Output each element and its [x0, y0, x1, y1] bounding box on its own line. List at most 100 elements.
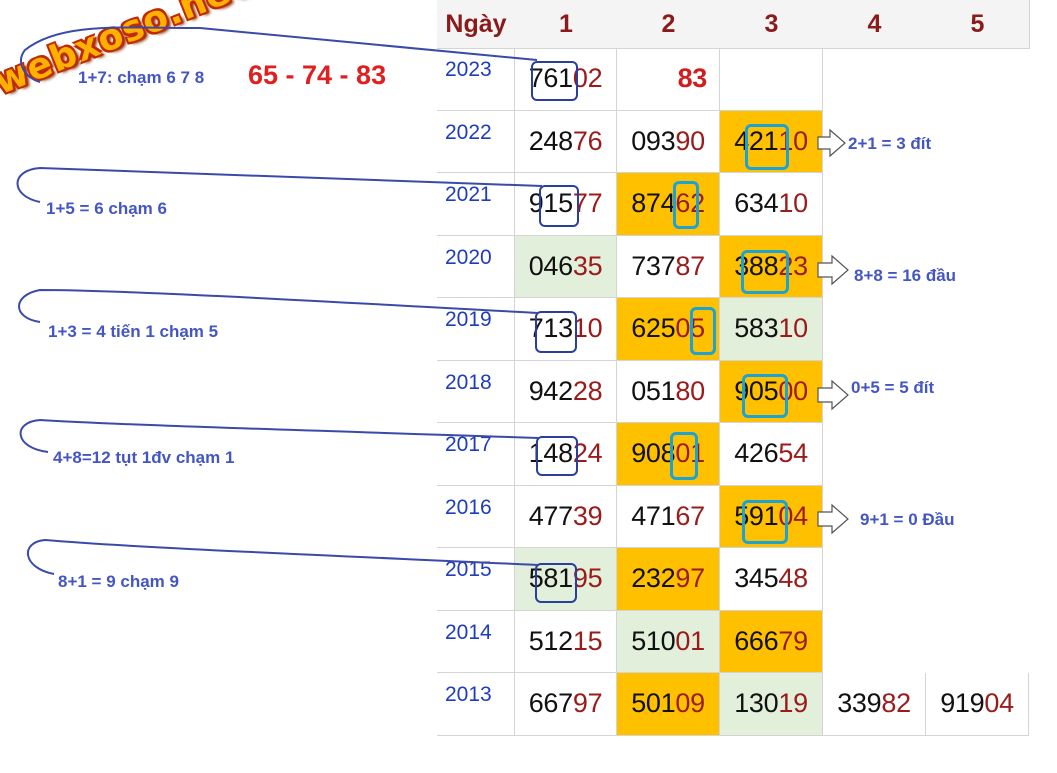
number-tail: 04	[984, 688, 1014, 719]
cell-2019-col3: 583 10	[720, 298, 823, 361]
number-head: 501	[631, 688, 676, 719]
number-head: 919	[940, 688, 985, 719]
cell-2018-col1: 942 28	[515, 360, 617, 423]
number-tail: 48	[778, 563, 808, 594]
cell-2020-col1: 046 35	[515, 235, 617, 298]
year-2020: 2020	[437, 235, 515, 298]
cell-2021-col2: 874 62	[617, 173, 720, 236]
year-2016: 2016	[437, 485, 515, 548]
number-tail: 97	[675, 563, 705, 594]
number-tail: 01	[675, 438, 705, 469]
number-tail: 62	[675, 188, 705, 219]
number-head: 512	[528, 625, 573, 656]
number-tail: 67	[675, 500, 705, 531]
cell-2022-col1: 248 76	[515, 110, 617, 173]
number-head: 915	[528, 188, 573, 219]
year-2023: 2023	[437, 48, 515, 111]
cell-2020-col3: 388 23	[720, 235, 823, 298]
number-tail: 10	[778, 313, 808, 344]
cell-2015-col1: 581 95	[515, 548, 617, 611]
number-tail: 28	[572, 375, 603, 406]
header-col-2: 2	[617, 0, 721, 49]
cell-2013-col3: 130 19	[720, 673, 823, 736]
number-tail: 39	[572, 500, 603, 531]
cell-2020-col2: 737 87	[617, 235, 720, 298]
number-head: 388	[734, 250, 779, 281]
number-head: 339	[837, 688, 882, 719]
number-head: 908	[631, 438, 676, 469]
header-col-3: 3	[720, 0, 824, 49]
number-tail: 10	[572, 313, 603, 344]
number-head: 905	[734, 375, 779, 406]
cell-2018-col3: 905 00	[720, 360, 823, 423]
year-2014: 2014	[437, 610, 515, 673]
number-tail: 95	[572, 563, 603, 594]
cell-2022-col3: 421 10	[720, 110, 823, 173]
number-tail: 19	[778, 688, 808, 719]
number-head: 713	[528, 313, 573, 344]
cell-2017-col2: 908 01	[617, 423, 720, 486]
number-head: 666	[734, 625, 779, 656]
header-day: Ngày	[437, 0, 516, 49]
number-head: 667	[528, 688, 573, 719]
number-tail: 87	[675, 250, 705, 281]
cell-2013-col2: 501 09	[617, 673, 720, 736]
number-tail: 23	[778, 250, 808, 281]
right-note-2016: 9+1 = 0 Đầu	[860, 510, 955, 529]
number-tail: 82	[881, 688, 911, 719]
number-head: 510	[631, 625, 676, 656]
number-tail: 24	[572, 438, 603, 469]
cell-2019-col2: 625 05	[617, 298, 720, 361]
left-note-2021: 1+5 = 6 chạm 6	[46, 199, 167, 218]
year-2015: 2015	[437, 548, 515, 611]
number-head: 148	[528, 438, 573, 469]
special-result: 83	[677, 63, 708, 94]
left-note-2015: 8+1 = 9 chạm 9	[58, 572, 179, 591]
header-col-4: 4	[823, 0, 927, 49]
number-tail: 76	[572, 125, 603, 156]
cell-2013-col4: 339 82	[823, 673, 926, 736]
number-head: 625	[631, 313, 676, 344]
year-2017: 2017	[437, 423, 515, 486]
number-tail: 01	[675, 625, 705, 656]
number-tail: 02	[572, 63, 603, 94]
cell-2017-col3: 426 54	[720, 423, 823, 486]
number-head: 421	[734, 125, 779, 156]
number-head: 232	[631, 563, 676, 594]
cell-2019-col1: 713 10	[515, 298, 617, 361]
number-tail: 97	[572, 688, 603, 719]
right-note-2022: 2+1 = 3 đít	[848, 134, 932, 153]
cell-2023-col3	[720, 48, 823, 111]
header-col-5: 5	[926, 0, 1030, 49]
number-head: 581	[528, 563, 573, 594]
year-2022: 2022	[437, 110, 515, 173]
number-tail: 77	[572, 188, 603, 219]
cell-2023-col2: 83	[617, 48, 720, 111]
top-formula: 1+7: chạm 6 7 8	[78, 68, 205, 87]
number-tail: 79	[778, 625, 808, 656]
cell-2023-col1: 761 02	[515, 48, 617, 111]
cell-2014-col3: 666 79	[720, 610, 823, 673]
results-table: Ngày 1 2 3 4 5 2023 761 02 83 2022 248 76 093 90…	[437, 0, 1057, 773]
number-tail: 10	[778, 125, 808, 156]
number-head: 634	[734, 188, 779, 219]
year-2013: 2013	[437, 673, 515, 736]
year-2018: 2018	[437, 360, 515, 423]
number-head: 046	[528, 250, 573, 281]
top-result: 65 - 74 - 83	[248, 60, 387, 90]
right-note-2020: 8+8 = 16 đầu	[854, 266, 957, 285]
cell-2022-col2: 093 90	[617, 110, 720, 173]
cell-2018-col2: 051 80	[617, 360, 720, 423]
number-tail: 15	[572, 625, 603, 656]
cell-2014-col2: 510 01	[617, 610, 720, 673]
number-tail: 35	[572, 250, 603, 281]
number-head: 477	[528, 500, 573, 531]
right-note-2018: 0+5 = 5 đít	[851, 378, 935, 397]
number-head: 591	[734, 500, 779, 531]
number-head: 761	[528, 63, 573, 94]
number-tail: 09	[675, 688, 705, 719]
number-head: 471	[631, 500, 676, 531]
cell-2021-col1: 915 77	[515, 173, 617, 236]
header-col-1: 1	[515, 0, 618, 49]
number-tail: 80	[675, 375, 705, 406]
